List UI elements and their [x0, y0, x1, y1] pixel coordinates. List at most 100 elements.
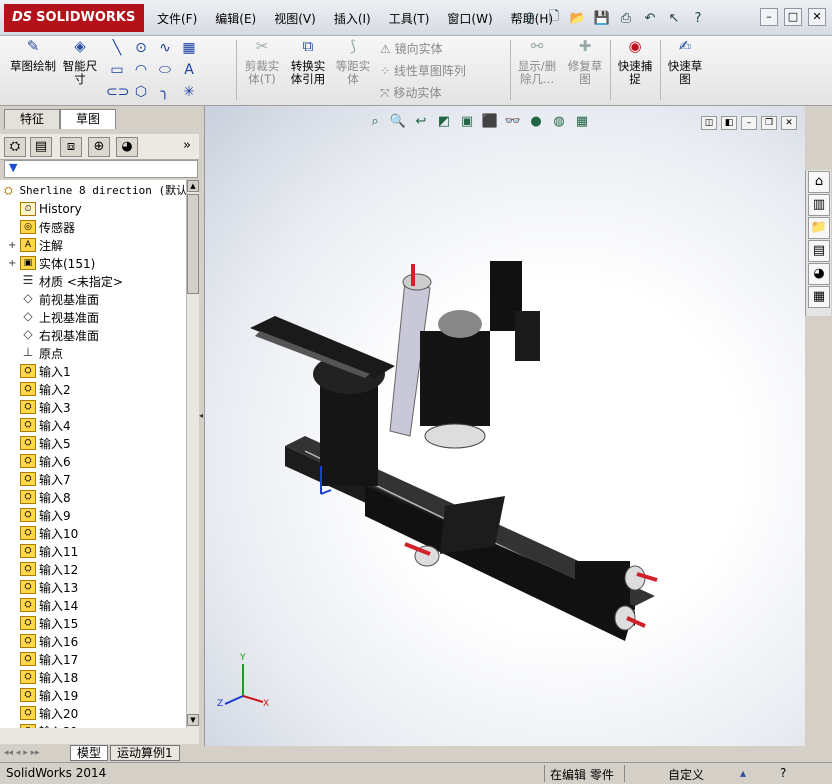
- tree-item[interactable]: ◇ 上视基准面: [8, 308, 99, 326]
- design-library-icon[interactable]: ▥: [808, 194, 830, 216]
- tree-item[interactable]: ⛭ 输入19: [8, 686, 78, 704]
- construction-grid-icon[interactable]: ▦: [178, 40, 200, 58]
- tree-item[interactable]: ⛭ 输入16: [8, 632, 78, 650]
- tree-item[interactable]: ⛭ 输入5: [8, 434, 71, 452]
- tree-item[interactable]: ⛭ 输入3: [8, 398, 71, 416]
- tab-model[interactable]: 模型: [70, 745, 109, 761]
- ellipse-icon[interactable]: ⬭: [154, 62, 176, 80]
- move-entities-button[interactable]: ⤧ 移动实体: [380, 84, 441, 101]
- menu-edit[interactable]: 编辑(E): [215, 10, 256, 27]
- arc-icon[interactable]: ◠: [130, 62, 152, 80]
- tree-item[interactable]: ☰ 材质 <未指定>: [8, 272, 123, 290]
- graphics-area[interactable]: ⌕ 🔍 ↩ ◩ ▣ ⬛ 👓 ● ◍ ▦ ◫ ◧ – ❐ ✕ Y X Z: [205, 106, 805, 746]
- tree-item[interactable]: ◇ 右视基准面: [8, 326, 99, 344]
- rapid-sketch-button[interactable]: ✍ 快速草图: [664, 39, 706, 86]
- tree-item[interactable]: ◇ 前视基准面: [8, 290, 99, 308]
- polygon-icon[interactable]: ⬡: [130, 84, 152, 102]
- tree-item[interactable]: ⛭ 输入2: [8, 380, 71, 398]
- tree-vertical-scrollbar[interactable]: ▲ ▼: [186, 180, 199, 728]
- close-button[interactable]: ✕: [808, 8, 826, 26]
- select-icon[interactable]: ↖: [664, 8, 684, 28]
- sketch-button[interactable]: ✎ 草图绘制: [10, 39, 56, 73]
- tree-item[interactable]: ⊥ 原点: [8, 344, 63, 362]
- quick-snaps-button[interactable]: ◉ 快速捕捉: [614, 39, 656, 86]
- tree-item[interactable]: ⛭ 输入10: [8, 524, 78, 542]
- circle-icon[interactable]: ⊙: [130, 40, 152, 58]
- tree-item[interactable]: ⛭ 输入6: [8, 452, 71, 470]
- slot-icon[interactable]: ⊂⊃: [106, 84, 129, 102]
- solidworks-resources-icon[interactable]: ⌂: [808, 171, 830, 193]
- expand-toggle-icon[interactable]: +: [8, 240, 18, 251]
- configuration-manager-icon[interactable]: ⧈: [60, 137, 82, 157]
- new-document-icon[interactable]: 🗋: [544, 8, 564, 28]
- offset-entities-button[interactable]: ⟆ 等距实体: [332, 39, 374, 86]
- rectangle-icon[interactable]: ▭: [106, 62, 128, 80]
- cnc-model-render[interactable]: Y X Z: [205, 106, 805, 746]
- tab-nav-arrows-icon[interactable]: ◂◂ ◂ ▸ ▸▸: [0, 748, 70, 758]
- save-icon[interactable]: 💾: [592, 8, 612, 28]
- line-icon[interactable]: ╲: [106, 40, 128, 58]
- undo-icon[interactable]: ↶: [640, 8, 660, 28]
- splitter-handle-icon[interactable]: ◂: [199, 411, 203, 420]
- display-manager-icon[interactable]: ◕: [116, 137, 138, 157]
- maximize-button[interactable]: □: [784, 8, 802, 26]
- tree-item[interactable]: ⛭ 输入11: [8, 542, 78, 560]
- tree-item[interactable]: ⛭ 输入20: [8, 704, 78, 722]
- units-dropdown-icon[interactable]: ▴: [740, 766, 746, 780]
- tree-item[interactable]: ⛭ 输入15: [8, 614, 78, 632]
- tree-item[interactable]: ⛭ 输入14: [8, 596, 78, 614]
- mirror-button[interactable]: ⚠ 镜向实体: [380, 40, 443, 57]
- tree-item[interactable]: ⛭ 输入17: [8, 650, 78, 668]
- tree-item[interactable]: + A 注解: [8, 236, 63, 254]
- status-units[interactable]: 自定义: [668, 766, 704, 783]
- tree-filter-input[interactable]: ▼: [4, 160, 198, 178]
- feature-manager-icon[interactable]: ⛭: [4, 137, 26, 157]
- dimxpert-icon[interactable]: ⊕: [88, 137, 110, 157]
- open-folder-icon[interactable]: 📂: [568, 8, 588, 28]
- tree-item[interactable]: ⛭ 输入13: [8, 578, 78, 596]
- repair-sketch-button[interactable]: ✚ 修复草图: [564, 39, 606, 86]
- tree-item[interactable]: ⛭ 输入4: [8, 416, 71, 434]
- tree-item[interactable]: ⛭ 输入12: [8, 560, 78, 578]
- tree-horizontal-scrollbar[interactable]: [0, 728, 200, 744]
- tab-motion-study[interactable]: 运动算例1: [110, 745, 180, 761]
- smart-dimension-button[interactable]: ◈ 智能尺寸: [58, 39, 102, 86]
- point-icon[interactable]: ✳: [178, 84, 200, 102]
- pin-icon[interactable]: ⚲: [520, 8, 540, 28]
- menu-view[interactable]: 视图(V): [274, 10, 316, 27]
- spline-icon[interactable]: ∿: [154, 40, 176, 58]
- tree-item[interactable]: ⛭ 输入1: [8, 362, 71, 380]
- tree-root-part[interactable]: ⛭ Sherline 8 direction (默认: [4, 182, 186, 198]
- tree-item[interactable]: ⛭ 输入7: [8, 470, 71, 488]
- file-explorer-icon[interactable]: 📁: [808, 217, 830, 239]
- tree-item[interactable]: + ▣ 实体(151): [8, 254, 95, 272]
- scroll-up-icon[interactable]: ▲: [187, 180, 199, 192]
- tree-item[interactable]: ◎ 传感器: [8, 218, 75, 236]
- tree-item[interactable]: ⛭ 输入18: [8, 668, 78, 686]
- help-status-icon[interactable]: ?: [780, 766, 786, 780]
- menu-file[interactable]: 文件(F): [157, 10, 197, 27]
- text-icon[interactable]: A: [178, 62, 200, 80]
- menu-window[interactable]: 窗口(W): [447, 10, 492, 27]
- view-palette-icon[interactable]: ▤: [808, 240, 830, 262]
- property-manager-icon[interactable]: ▤: [30, 137, 52, 157]
- print-icon[interactable]: ⎙: [616, 8, 636, 28]
- scroll-down-icon[interactable]: ▼: [187, 714, 199, 726]
- convert-entities-button[interactable]: ⧉ 转换实体引用: [286, 39, 330, 86]
- more-icon[interactable]: »: [176, 137, 198, 157]
- custom-properties-icon[interactable]: ▦: [808, 286, 830, 308]
- tree-item[interactable]: ⛭ 输入9: [8, 506, 71, 524]
- help-icon[interactable]: ?: [688, 8, 708, 28]
- minimize-button[interactable]: –: [760, 8, 778, 26]
- tree-item[interactable]: ⏲ History: [8, 200, 82, 218]
- tree-item[interactable]: ⛭ 输入8: [8, 488, 71, 506]
- tab-sketch[interactable]: 草图: [60, 109, 116, 129]
- tab-features[interactable]: 特征: [4, 109, 60, 129]
- linear-pattern-button[interactable]: ⁘ 线性草图阵列: [380, 62, 466, 79]
- show-delete-relations-button[interactable]: ⚯ 显示/删除几...: [514, 39, 560, 86]
- appearances-icon[interactable]: ◕: [808, 263, 830, 285]
- solidworks-logo[interactable]: DS SOLIDWORKS: [4, 4, 144, 32]
- trim-button[interactable]: ✂ 剪裁实体(T): [240, 39, 284, 86]
- fillet-icon[interactable]: ╮: [154, 84, 176, 102]
- menu-insert[interactable]: 插入(I): [334, 10, 371, 27]
